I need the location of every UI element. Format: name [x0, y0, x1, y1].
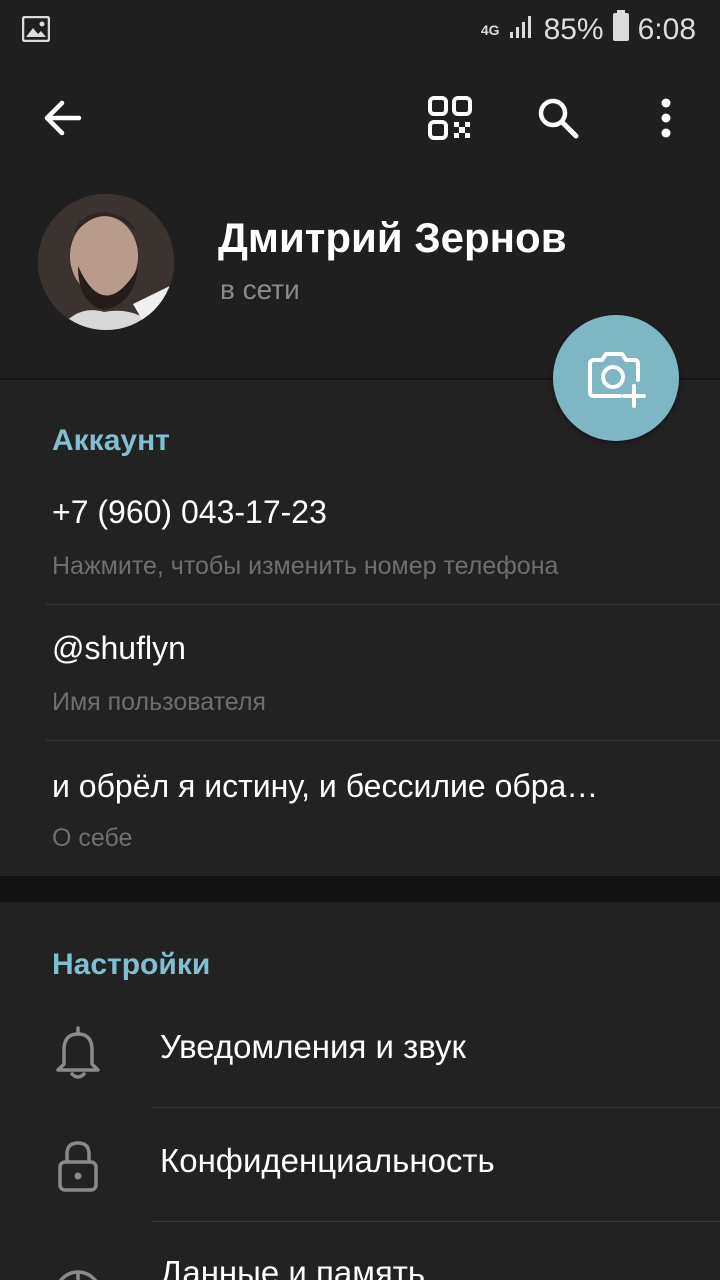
phone-hint: Нажмите, чтобы изменить номер телефона [52, 552, 559, 580]
settings-section: Настройки Уведомления и звук Конфиденциа… [0, 902, 720, 1280]
row-divider [152, 1221, 720, 1222]
phone-number: +7 (960) 043-17-23 [52, 494, 327, 530]
settings-section-title: Настройки [52, 948, 211, 981]
battery-percent: 85% [543, 13, 604, 46]
section-gap [0, 876, 720, 902]
bio-label: О себе [52, 824, 133, 852]
status-bar: 4G 85% 6:08 [0, 0, 720, 58]
profile-status: в сети [220, 274, 300, 305]
row-divider [152, 1107, 720, 1108]
account-section: Аккаунт +7 (960) 043-17-23 Нажмите, чтоб… [0, 380, 720, 876]
qr-code-icon[interactable] [426, 94, 474, 142]
bio-value: и обрёл я истину, и бессилие обра… [52, 768, 599, 804]
settings-item-label: Данные и память [160, 1254, 426, 1280]
username-value: @shuflyn [52, 630, 186, 666]
back-arrow-icon[interactable] [38, 94, 86, 142]
settings-item-notifications[interactable]: Уведомления и звук [0, 998, 720, 1112]
avatar[interactable] [38, 194, 174, 330]
clock: 6:08 [637, 13, 696, 46]
set-photo-button[interactable] [553, 315, 679, 441]
settings-item-label: Конфиденциальность [160, 1142, 495, 1179]
lock-icon [52, 1138, 104, 1194]
account-section-title: Аккаунт [52, 424, 170, 457]
pie-chart-icon [52, 1250, 104, 1280]
row-divider [46, 740, 720, 741]
bell-icon [52, 1024, 104, 1080]
battery-icon [612, 10, 630, 50]
settings-item-privacy[interactable]: Конфиденциальность [0, 1112, 720, 1226]
username-label: Имя пользователя [52, 688, 266, 716]
settings-item-label: Уведомления и звук [160, 1028, 466, 1065]
toolbar [0, 58, 720, 178]
profile-name: Дмитрий Зернов [218, 214, 567, 261]
network-type-label: 4G [480, 21, 500, 38]
signal-icon [508, 12, 536, 48]
gallery-notification-icon [21, 15, 51, 47]
more-options-icon[interactable] [642, 94, 690, 142]
search-icon[interactable] [534, 94, 582, 142]
settings-item-data[interactable]: Данные и память [0, 1224, 720, 1280]
camera-add-icon [588, 352, 646, 408]
row-divider [46, 604, 720, 605]
